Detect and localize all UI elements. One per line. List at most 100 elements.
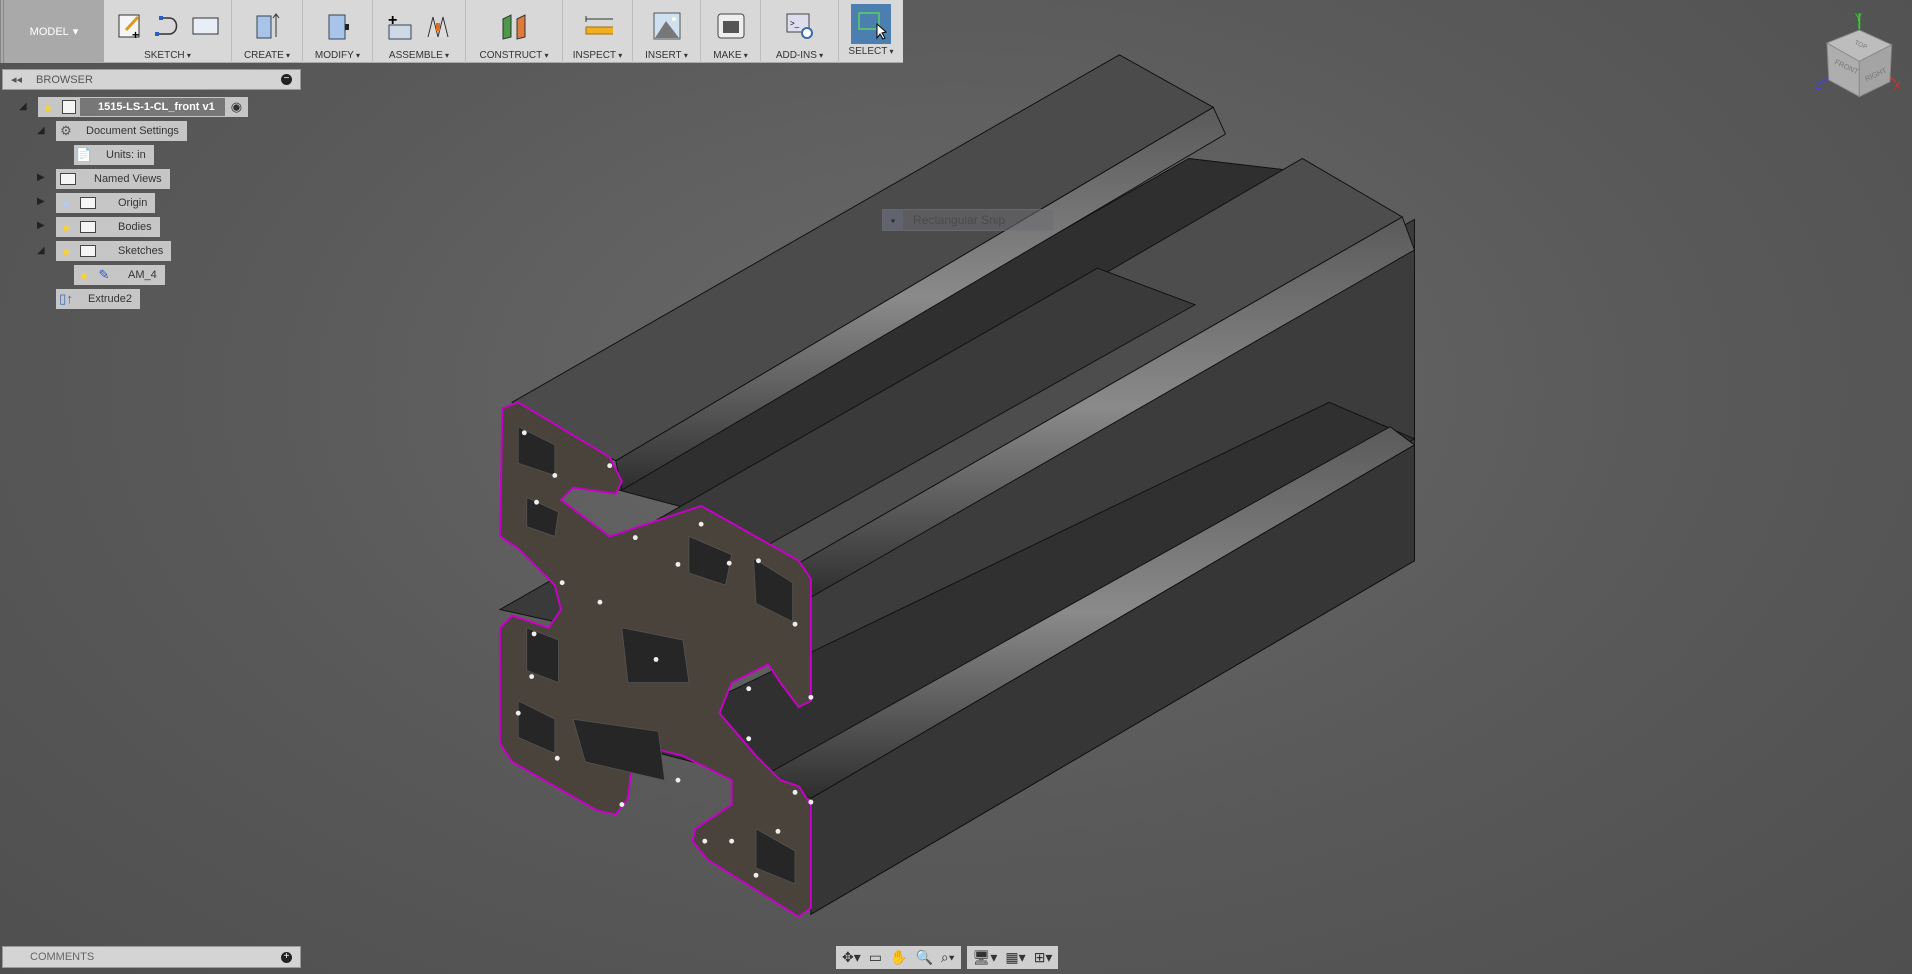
insert-group[interactable]: INSERT (633, 0, 701, 63)
aluminum-extrusion-body[interactable] (498, 54, 1416, 918)
viewcube-axis-y: Y (1855, 12, 1863, 24)
snip-icon: ● (883, 210, 903, 230)
zoom-icon[interactable]: 🔍 (915, 949, 932, 966)
create-group[interactable]: CREATE (232, 0, 303, 63)
collapsed-triangle-icon[interactable]: ▶ (37, 196, 49, 208)
make-label: MAKE (713, 50, 748, 61)
visibility-bulb-icon[interactable]: ● (56, 217, 76, 237)
folder-icon (80, 245, 96, 257)
tree-item-bodies[interactable]: ▶ ● Bodies (37, 217, 160, 237)
modify-group[interactable]: MODIFY (303, 0, 373, 63)
expanded-triangle-icon[interactable]: ◢ (19, 101, 31, 113)
navigation-bar: ✥▾ ▭ ✋ 🔍 ⌕▾ 🖥▾ ▦▾ ⊞▾ (836, 946, 1059, 969)
create-label: CREATE (244, 50, 290, 61)
3d-viewport[interactable] (0, 0, 1912, 974)
measure-icon[interactable] (583, 11, 613, 41)
viewcube[interactable]: Y Z X TOP FRONT RIGHT (1790, 0, 1912, 110)
scripts-icon[interactable]: >_ (785, 11, 815, 41)
add-ins-group[interactable]: >_ ADD-INS (761, 0, 839, 63)
grid-icon[interactable]: ▦▾ (1005, 949, 1025, 966)
viewports-icon[interactable]: ⊞▾ (1034, 949, 1053, 966)
workspace-label: MODEL (29, 25, 69, 38)
sketch-icon: ✎ (98, 267, 110, 282)
sketch-group[interactable]: + SKETCH (104, 0, 232, 63)
insert-image-icon[interactable] (652, 11, 682, 41)
expanded-triangle-icon[interactable]: ◢ (37, 125, 49, 137)
add-comment-icon[interactable]: + (281, 952, 292, 963)
tree-label: Extrude2 (88, 293, 133, 305)
assemble-group[interactable]: + ASSEMBLE (373, 0, 466, 63)
tree-label: AM_4 (128, 269, 157, 281)
viewcube-axis-x: X (1894, 80, 1902, 92)
tree-label: Bodies (118, 221, 152, 233)
browser-title: BROWSER (36, 73, 93, 86)
main-toolbar: MODEL▾ + SKETCH CREATE MODIFY + ASSEMBLE… (0, 0, 903, 63)
visibility-bulb-icon[interactable]: ● (74, 265, 94, 285)
tooltip-label: Rectangular Snip (913, 213, 1006, 227)
pan-icon[interactable]: ✋ (890, 949, 907, 966)
activate-radio-icon[interactable]: ◉ (225, 99, 248, 115)
collapse-panel-icon[interactable]: ◂◂ (11, 73, 22, 86)
expanded-triangle-icon[interactable]: ◢ (37, 245, 49, 257)
tree-label: Origin (118, 197, 148, 209)
fit-icon[interactable]: ⌕▾ (941, 949, 955, 966)
visibility-bulb-icon[interactable]: ● (56, 241, 76, 261)
select-group[interactable]: SELECT (839, 0, 903, 63)
folder-icon (60, 173, 76, 185)
insert-label: INSERT (645, 50, 688, 61)
display-settings-icon[interactable]: 🖥▾ (973, 949, 998, 966)
tree-label: Document Settings (86, 125, 179, 137)
make-group[interactable]: MAKE (701, 0, 761, 63)
tree-item-origin[interactable]: ▶ ● Origin (37, 193, 156, 213)
tree-root[interactable]: ◢ ● 1515-LS-1-CL_front v1 ◉ (19, 97, 249, 117)
tree-item-units[interactable]: 📄 Units: in (74, 145, 154, 165)
inspect-group[interactable]: INSPECT (563, 0, 633, 63)
svg-text:>_: >_ (790, 19, 800, 28)
browser-panel-header[interactable]: ◂◂ BROWSER − (2, 69, 301, 90)
inspect-label: INSPECT (573, 50, 623, 61)
folder-icon (80, 221, 96, 233)
visibility-bulb-icon[interactable]: ● (56, 193, 76, 213)
collapsed-triangle-icon[interactable]: ▶ (37, 172, 49, 184)
extrude-icon: ▯↑ (59, 291, 73, 306)
new-component-icon[interactable]: + (385, 11, 415, 41)
chevron-down-icon: ▾ (72, 26, 79, 38)
press-pull-icon[interactable] (323, 11, 353, 41)
tree-item-extrude2[interactable]: ▯↑ Extrude2 (56, 289, 141, 309)
tree-label: Sketches (118, 245, 164, 257)
svg-text:+: + (388, 12, 397, 29)
tree-item-sketches[interactable]: ◢ ● Sketches (37, 241, 172, 261)
look-at-icon[interactable]: ▭ (869, 949, 882, 966)
sketch-label: SKETCH (144, 50, 191, 61)
component-icon (62, 100, 76, 114)
viewcube-axis-z: Z (1815, 80, 1822, 92)
tree-item-document-settings[interactable]: ◢ ⚙ Document Settings (37, 121, 187, 141)
extrude-icon[interactable] (252, 11, 282, 41)
assemble-label: ASSEMBLE (389, 50, 449, 61)
navigation-tools: ✥▾ ▭ ✋ 🔍 ⌕▾ (836, 946, 961, 969)
rectangular-snip-overlay: ● Rectangular Snip (882, 209, 1054, 231)
root-label: 1515-LS-1-CL_front v1 (80, 98, 225, 116)
orbit-icon[interactable]: ✥▾ (842, 949, 861, 966)
construct-group[interactable]: CONSTRUCT (466, 0, 563, 63)
spline-icon[interactable] (153, 11, 183, 41)
folder-icon (80, 197, 96, 209)
collapsed-triangle-icon[interactable]: ▶ (37, 220, 49, 232)
construct-label: CONSTRUCT (479, 50, 548, 61)
comments-title: COMMENTS (30, 951, 95, 963)
svg-text:+: + (132, 28, 139, 40)
joint-icon[interactable] (423, 11, 453, 41)
modify-label: MODIFY (315, 50, 360, 61)
tree-item-named-views[interactable]: ▶ Named Views (37, 169, 170, 189)
workspace-switcher[interactable]: MODEL ▾ (0, 0, 104, 63)
tree-item-am4[interactable]: ● ✎ AM_4 (74, 265, 165, 285)
select-icon[interactable] (851, 4, 891, 44)
rectangle-icon[interactable] (191, 11, 221, 41)
comments-panel[interactable]: COMMENTS + (2, 946, 301, 968)
3d-print-icon[interactable] (716, 11, 746, 41)
minimize-icon[interactable]: − (281, 74, 292, 85)
offset-plane-icon[interactable] (499, 11, 529, 41)
visibility-bulb-icon[interactable]: ● (38, 97, 58, 117)
add-ins-label: ADD-INS (776, 50, 823, 61)
create-sketch-icon[interactable]: + (115, 11, 145, 41)
